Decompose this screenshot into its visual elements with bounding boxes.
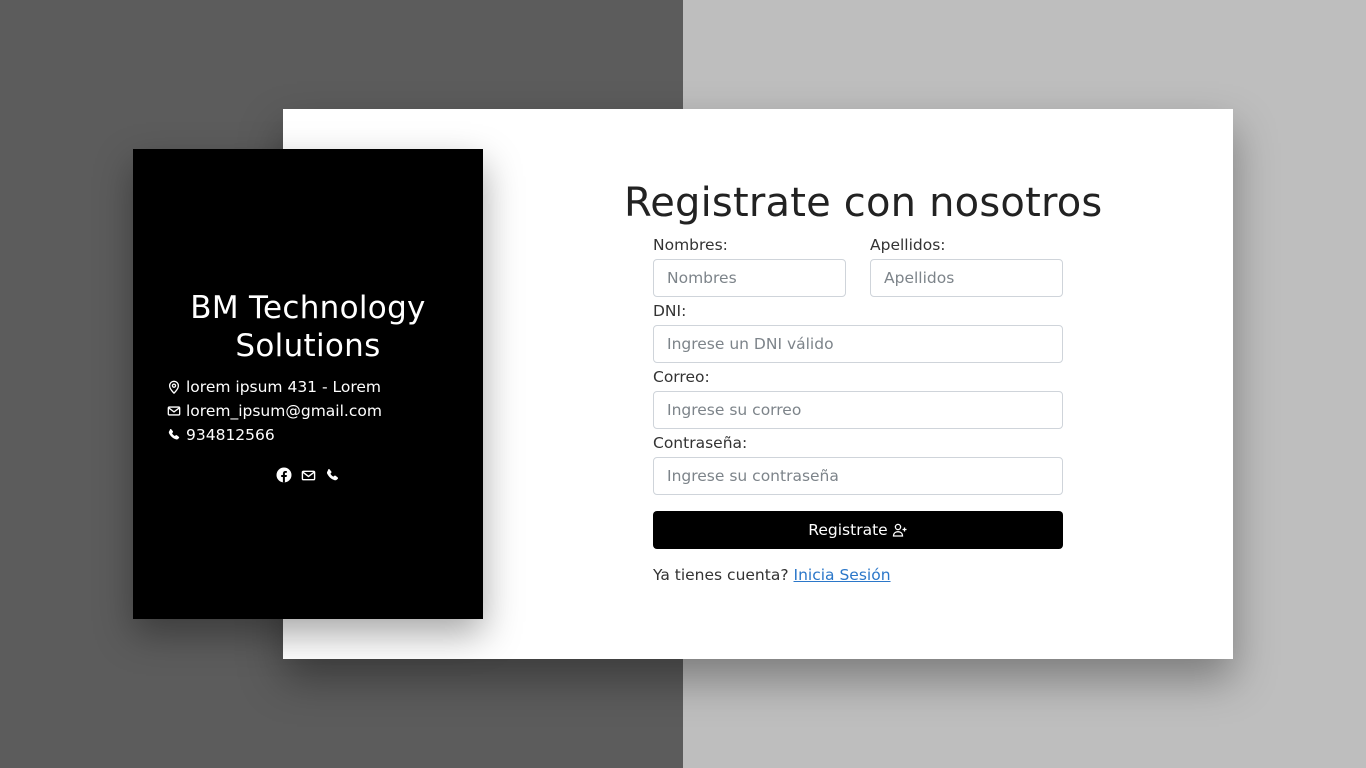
person-plus-icon <box>892 522 908 538</box>
correo-input[interactable] <box>653 391 1063 429</box>
login-prompt: Ya tienes cuenta? Inicia Sesión <box>653 566 891 584</box>
register-button-label: Registrate <box>808 521 888 539</box>
email-text: lorem_ipsum@gmail.com <box>186 402 382 420</box>
phone-icon[interactable] <box>324 467 340 483</box>
login-link[interactable]: Inicia Sesión <box>794 566 891 584</box>
form-title: Registrate con nosotros <box>624 180 1103 226</box>
contact-address: lorem ipsum 431 - Lorem <box>167 375 382 399</box>
dni-input[interactable] <box>653 325 1063 363</box>
envelope-icon <box>167 404 181 418</box>
nombres-input[interactable] <box>653 259 846 297</box>
envelope-icon[interactable] <box>300 467 316 483</box>
map-pin-icon <box>167 380 181 394</box>
correo-label: Correo: <box>653 368 710 386</box>
company-info-panel: BM Technology Solutions lorem ipsum 431 … <box>133 149 483 619</box>
social-links <box>133 467 483 483</box>
facebook-icon[interactable] <box>276 467 292 483</box>
register-button[interactable]: Registrate <box>653 511 1063 549</box>
dni-label: DNI: <box>653 302 687 320</box>
company-name-line2: Solutions <box>235 328 381 364</box>
nombres-label: Nombres: <box>653 236 728 254</box>
login-prompt-text: Ya tienes cuenta? <box>653 566 789 584</box>
phone-icon <box>167 428 181 442</box>
apellidos-input[interactable] <box>870 259 1063 297</box>
company-name-line1: BM Technology <box>190 290 426 326</box>
phone-text: 934812566 <box>186 426 275 444</box>
apellidos-label: Apellidos: <box>870 236 946 254</box>
contact-list: lorem ipsum 431 - Lorem lorem_ipsum@gmai… <box>167 375 382 447</box>
contact-phone: 934812566 <box>167 423 382 447</box>
password-label: Contraseña: <box>653 434 748 452</box>
contact-email: lorem_ipsum@gmail.com <box>167 399 382 423</box>
company-name: BM Technology Solutions <box>133 289 483 365</box>
password-input[interactable] <box>653 457 1063 495</box>
address-text: lorem ipsum 431 - Lorem <box>186 378 381 396</box>
